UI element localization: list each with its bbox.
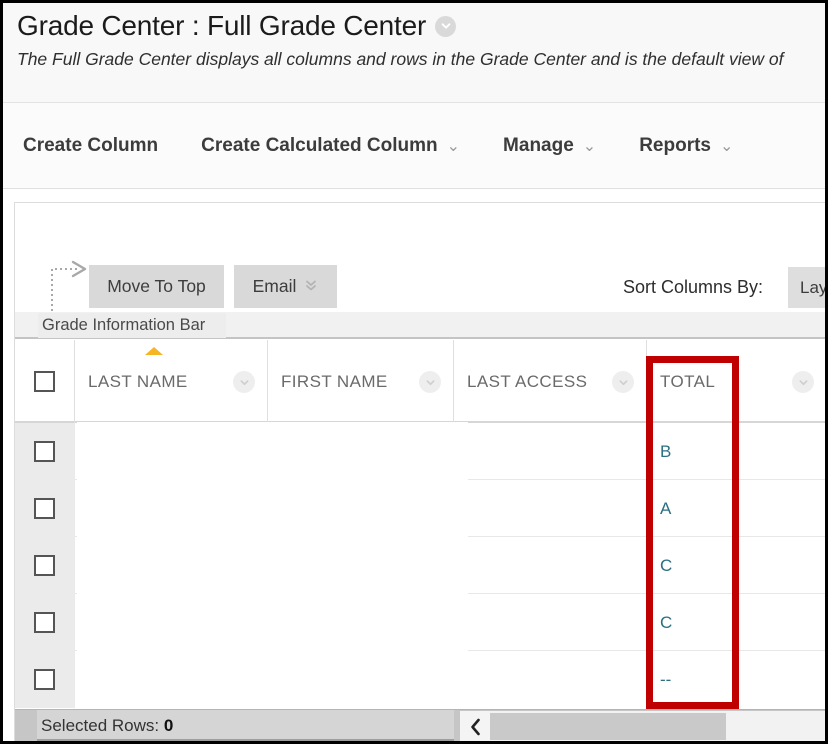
cell-total[interactable]: A: [646, 480, 825, 537]
cell-last-access: [453, 537, 646, 594]
create-calculated-column-label: Create Calculated Column: [201, 134, 438, 156]
column-header-last-access-label: LAST ACCESS: [467, 371, 588, 391]
chevron-down-icon: ⌄: [446, 137, 461, 155]
page-title: Grade Center : Full Grade Center: [17, 7, 825, 45]
cell-last-access: [453, 423, 646, 480]
move-to-top-button[interactable]: Move To Top: [89, 265, 224, 308]
row-select-cell: [15, 480, 74, 537]
checkbox-unchecked-icon[interactable]: [34, 612, 55, 633]
create-column-button[interactable]: Create Column: [23, 135, 158, 157]
cell-total[interactable]: --: [646, 651, 825, 708]
manage-label: Manage: [503, 134, 574, 156]
chevron-down-circle-icon[interactable]: [792, 371, 814, 393]
column-header-total[interactable]: TOTAL: [646, 340, 825, 423]
grade-center-toolbar: Move To Top Email Sort Columns By: Layou…: [15, 203, 825, 321]
cell-last-access: [453, 480, 646, 537]
cell-total[interactable]: C: [646, 537, 825, 594]
row-select-cell: [15, 594, 74, 651]
scroll-left-button[interactable]: [460, 711, 490, 741]
table-header-row: LAST NAME FIRST NAME LAST ACCESS TOTAL: [15, 340, 825, 423]
horizontal-scrollbar-thumb[interactable]: [490, 713, 726, 740]
checkbox-unchecked-icon[interactable]: [34, 498, 55, 519]
chevron-down-circle-icon[interactable]: [612, 371, 634, 393]
grade-information-bar-label: Grade Information Bar: [38, 313, 226, 338]
action-bar: Create Column Create Calculated Column ⌄…: [3, 103, 825, 189]
grade-center-panel: Move To Top Email Sort Columns By: Layou…: [14, 202, 825, 741]
column-header-last-name[interactable]: LAST NAME: [74, 340, 267, 423]
chevron-down-icon: ⌄: [582, 137, 597, 155]
chevron-down-circle-icon[interactable]: [419, 371, 441, 393]
page-title-text: Grade Center : Full Grade Center: [17, 10, 427, 41]
create-column-label: Create Column: [23, 134, 159, 156]
row-select-cell: [15, 537, 74, 594]
chevron-down-icon: ⌄: [720, 137, 734, 155]
create-calculated-column-menu[interactable]: Create Calculated Column ⌄: [201, 135, 460, 157]
column-header-first-name-label: FIRST NAME: [281, 371, 388, 391]
row-select-cell: [15, 651, 74, 708]
manage-menu[interactable]: Manage ⌄: [503, 135, 596, 157]
checkbox-unchecked-icon[interactable]: [34, 371, 55, 392]
page-header: Grade Center : Full Grade Center The Ful…: [3, 3, 825, 103]
checkbox-unchecked-icon[interactable]: [34, 441, 55, 462]
screenshot-frame: Grade Center : Full Grade Center The Ful…: [0, 0, 828, 744]
chevron-down-circle-icon[interactable]: [233, 371, 255, 393]
checkbox-unchecked-icon[interactable]: [34, 669, 55, 690]
email-button[interactable]: Email: [234, 265, 337, 308]
reports-menu[interactable]: Reports ⌄: [639, 135, 733, 157]
selected-rows-status: Selected Rows: 0: [37, 710, 454, 741]
selected-rows-label: Selected Rows:: [41, 716, 160, 735]
sort-columns-select[interactable]: Layout Position: [788, 267, 825, 308]
cell-total[interactable]: B: [646, 423, 825, 480]
horizontal-scrollbar-track[interactable]: [490, 711, 825, 741]
column-header-total-label: TOTAL: [660, 371, 716, 391]
email-label: Email: [252, 276, 297, 296]
redacted-student-data-overlay: [77, 422, 468, 709]
checkbox-unchecked-icon[interactable]: [34, 555, 55, 576]
row-select-cell: [15, 423, 74, 480]
page-subtitle: The Full Grade Center displays all colum…: [17, 49, 784, 69]
cell-last-access: [453, 651, 646, 708]
column-header-last-name-label: LAST NAME: [88, 371, 188, 391]
cell-total[interactable]: C: [646, 594, 825, 651]
column-header-first-name[interactable]: FIRST NAME: [267, 340, 453, 423]
cell-last-access: [453, 594, 646, 651]
move-to-top-label: Move To Top: [107, 276, 206, 296]
chevron-down-circle-icon[interactable]: [435, 15, 457, 37]
reports-label: Reports: [639, 134, 711, 156]
sort-columns-value: Layout Position: [800, 277, 825, 297]
sort-ascending-triangle-icon: [145, 347, 163, 355]
double-chevron-down-icon: [304, 276, 318, 297]
sort-columns-label: Sort Columns By:: [623, 277, 764, 297]
select-all-header-cell: [15, 340, 74, 423]
column-header-last-access[interactable]: LAST ACCESS: [453, 340, 646, 423]
selected-rows-count: 0: [163, 716, 174, 735]
